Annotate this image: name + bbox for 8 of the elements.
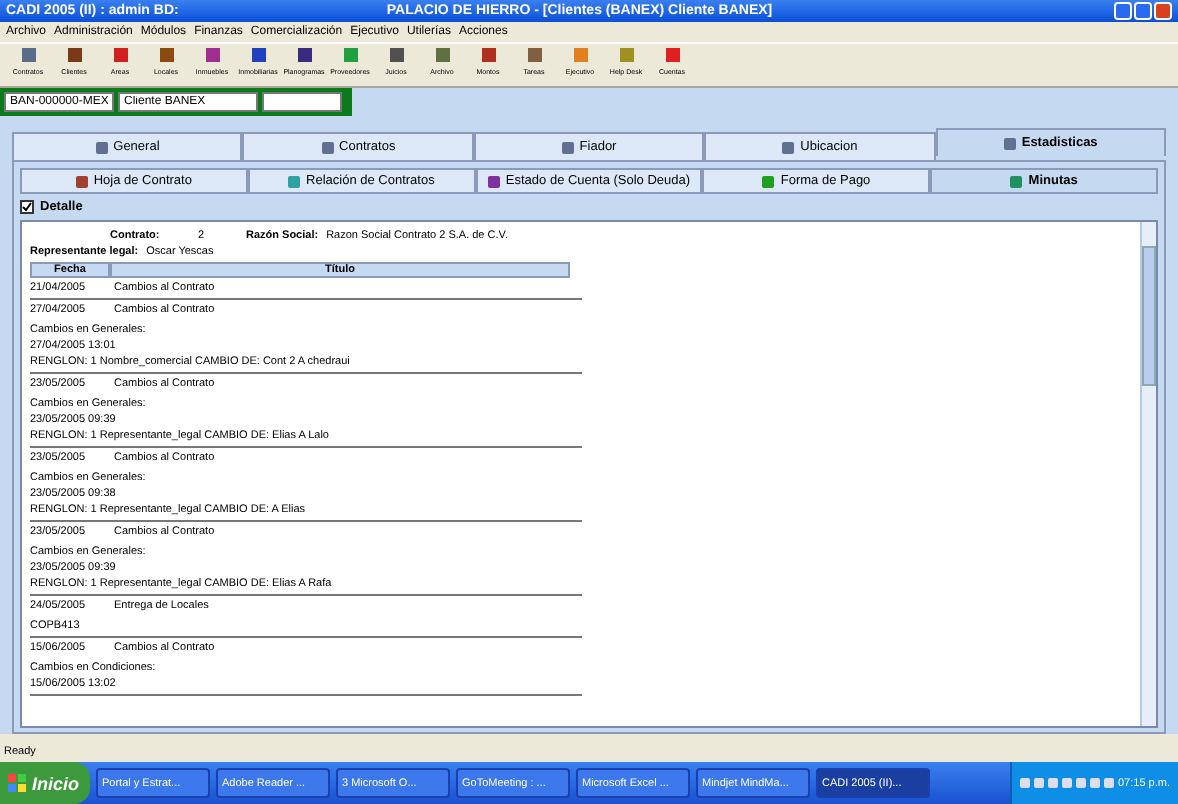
windows-logo-icon (8, 774, 26, 792)
start-button[interactable]: Inicio (0, 762, 90, 804)
checkbox[interactable] (20, 200, 34, 214)
text-field[interactable] (262, 92, 342, 112)
minimize-button[interactable] (1114, 2, 1132, 20)
scrollbar[interactable] (1140, 222, 1156, 726)
restore-button[interactable] (1134, 2, 1152, 20)
close-button[interactable] (1154, 2, 1172, 20)
